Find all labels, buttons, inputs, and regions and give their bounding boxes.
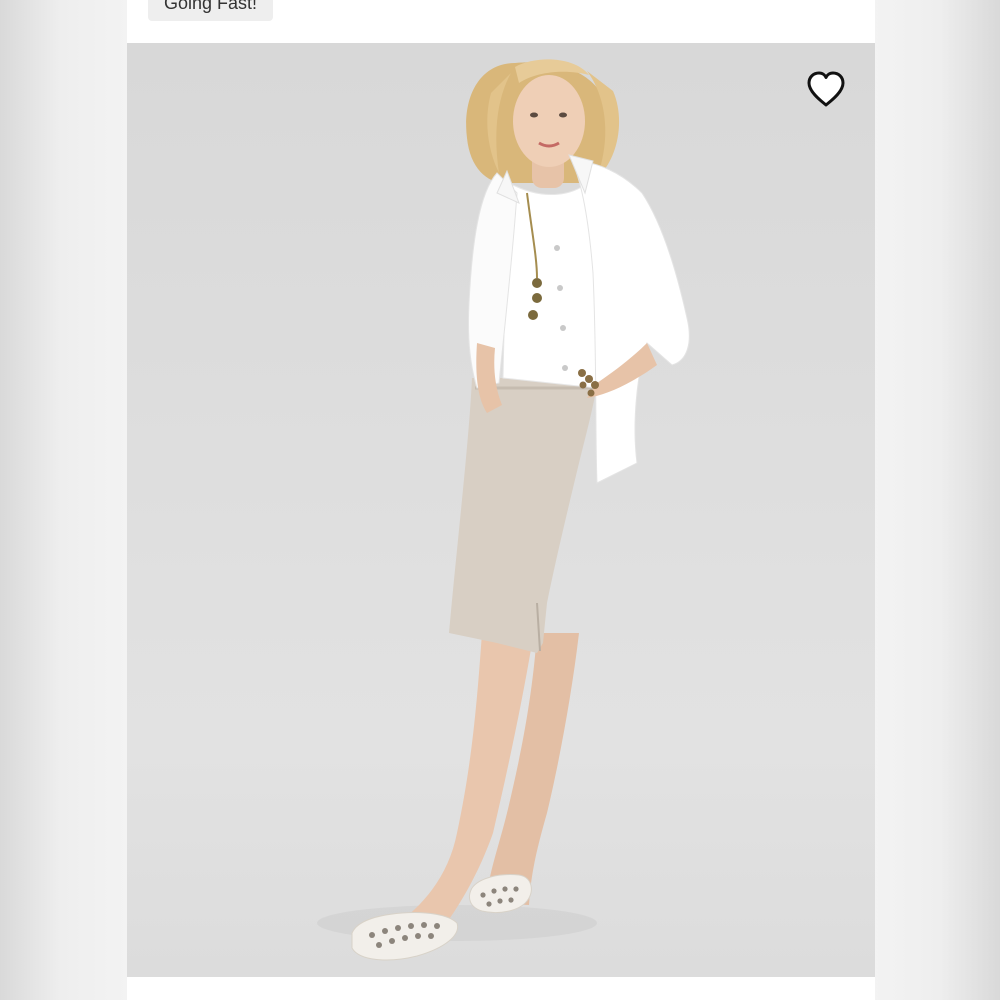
tank-top	[502, 182, 598, 389]
heart-outline-icon	[807, 71, 845, 107]
necklace-bead-2	[532, 293, 542, 303]
card-bottom-strip	[127, 977, 875, 1000]
necklace-bead-3	[528, 310, 538, 320]
face	[513, 75, 585, 167]
right-shoe	[469, 874, 532, 914]
model-illustration	[317, 59, 690, 961]
wishlist-button[interactable]	[804, 68, 848, 112]
left-eye	[530, 112, 538, 118]
necklace-bead-1	[532, 278, 542, 288]
shorts	[449, 378, 597, 653]
product-photo[interactable]	[127, 43, 875, 977]
right-eye	[559, 112, 567, 118]
going-fast-badge: Going Fast!	[148, 0, 274, 21]
